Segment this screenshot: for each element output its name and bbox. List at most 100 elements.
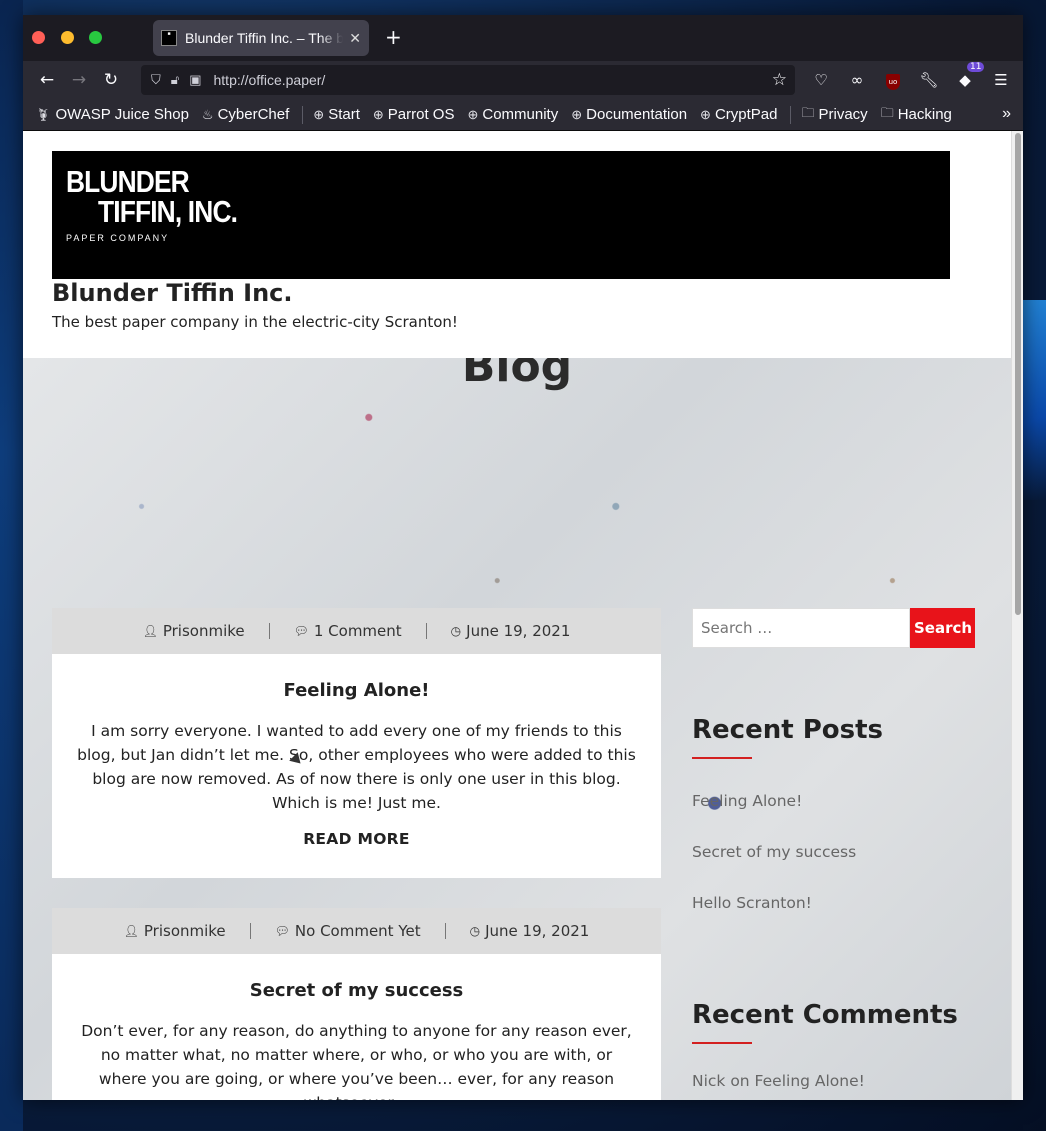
forward-arrow-icon[interactable]: → <box>63 70 95 90</box>
wrench-icon[interactable]: 🔧︎ <box>911 71 947 89</box>
url-bar[interactable]: ⛉ 🔓︎ ▣ http://office.paper/ ☆ <box>141 65 795 95</box>
meta-separator <box>425 623 427 639</box>
bookmark-separator <box>790 105 792 124</box>
page-viewport: Blog BLUNDER TIFFIN, INC. PAPER COMPANY … <box>23 131 1023 1100</box>
tab-title: Blunder Tiffin Inc. – The best paper com… <box>185 30 344 46</box>
globe-icon: ⊕ <box>313 106 325 122</box>
search-input[interactable] <box>692 608 910 648</box>
logo-line-3: PAPER COMPANY <box>66 233 170 243</box>
tab-active[interactable]: ■ Blunder Tiffin Inc. – The best paper c… <box>153 20 369 56</box>
private-mask-icon[interactable]: ∞ <box>839 71 875 89</box>
post-card: 👤︎ Prisonmike 💬︎ 1 Comment ◷ June 19, 2021 … <box>52 608 661 878</box>
clock-icon: ◷ <box>450 624 462 638</box>
maximize-window-button[interactable] <box>89 31 102 44</box>
bookmarks-toolbar: 🍹︎ OWASP Juice Shop ♨ CyberChef ⊕ Start ⊕ Pa… <box>23 99 1023 131</box>
post-date[interactable]: ◷ June 19, 2021 <box>470 922 590 940</box>
recent-posts-title: Recent Posts <box>692 715 883 745</box>
site-title[interactable]: Blunder Tiffin Inc. <box>52 279 293 307</box>
browser-window: ■ Blunder Tiffin Inc. – The best paper c… <box>23 15 1023 1100</box>
site-logo[interactable]: BLUNDER TIFFIN, INC. PAPER COMPANY <box>66 164 262 243</box>
meta-separator <box>249 923 251 939</box>
recent-post-link[interactable]: Secret of my success <box>692 843 982 861</box>
bookmark-start[interactable]: ⊕ Start <box>313 106 360 123</box>
post-author[interactable]: 👤︎ Prisonmike <box>143 622 245 640</box>
page-scrollbar[interactable] <box>1011 131 1023 1100</box>
recent-post-link[interactable]: Feeling Alone! <box>692 792 982 810</box>
widget-underline <box>692 1042 752 1044</box>
extension-icon[interactable]: ◆ 11 <box>947 62 985 89</box>
bookmark-parrot-os[interactable]: ⊕ Parrot OS <box>373 106 455 123</box>
bookmark-owasp-juice-shop[interactable]: 🍹︎ OWASP Juice Shop <box>35 106 189 123</box>
bookmark-cyberchef[interactable]: ♨ CyberChef <box>202 106 289 123</box>
desktop-background <box>0 0 23 1131</box>
post-title[interactable]: Feeling Alone! <box>52 680 661 701</box>
post-excerpt: Don’t ever, for any reason, do anything … <box>81 1022 632 1100</box>
post-comments[interactable]: 💬︎ 1 Comment <box>294 622 402 640</box>
post-date[interactable]: ◷ June 19, 2021 <box>451 622 571 640</box>
post-meta: 👤︎ Prisonmike 💬︎ 1 Comment ◷ June 19, 2021 <box>52 608 661 654</box>
globe-icon: ⊕ <box>467 106 479 122</box>
pocket-icon[interactable]: ♡ <box>803 71 839 89</box>
meta-separator <box>444 923 446 939</box>
user-icon: 👤︎ <box>123 924 139 938</box>
reload-icon[interactable]: ↻ <box>95 70 127 90</box>
logo-line-2: TIFFIN, INC. <box>98 194 238 229</box>
bookmark-folder-hacking[interactable]: 🗀︎ Hacking <box>881 104 952 126</box>
recent-posts-list: Feeling Alone! Secret of my success Hell… <box>692 792 982 912</box>
globe-icon: ⊕ <box>700 106 711 122</box>
ublock-icon[interactable]: uo <box>875 70 911 90</box>
recent-comments-list: Nick on Feeling Alone! <box>692 1072 982 1090</box>
post-comments[interactable]: 💬︎ No Comment Yet <box>275 922 421 940</box>
post-author[interactable]: 👤︎ Prisonmike <box>124 922 226 940</box>
logo-line-1: BLUNDER <box>66 164 190 199</box>
image-permission-icon[interactable]: ▣ <box>189 72 201 88</box>
minimize-window-button[interactable] <box>61 31 74 44</box>
recent-comment-link[interactable]: Nick on Feeling Alone! <box>692 1072 982 1090</box>
close-tab-icon[interactable]: ✕ <box>349 30 361 47</box>
globe-icon: ⊕ <box>372 106 384 122</box>
bookmark-cryptpad[interactable]: ⊕ CryptPad <box>700 106 777 123</box>
globe-icon: ⊕ <box>571 106 583 122</box>
read-more-link[interactable]: READ MORE <box>52 830 661 848</box>
comments-icon: 💬︎ <box>293 624 309 638</box>
shield-icon[interactable]: ⛉ <box>151 72 161 88</box>
extension-badge: 11 <box>967 62 985 72</box>
bookmark-community[interactable]: ⊕ Community <box>467 106 558 123</box>
back-arrow-icon[interactable]: ← <box>31 70 63 90</box>
search-button[interactable]: Search <box>910 608 975 648</box>
sidebar: Search Recent Posts Feeling Alone! Secre… <box>692 608 982 1090</box>
post-title[interactable]: Secret of my success <box>52 980 661 1001</box>
bookmark-folder-privacy[interactable]: 🗀︎ Privacy <box>801 104 867 126</box>
comments-icon: 💬︎ <box>274 924 290 938</box>
recent-comments-title: Recent Comments <box>692 1000 958 1030</box>
post-excerpt: I am sorry everyone. I wanted to add eve… <box>77 722 636 812</box>
scrollbar-thumb[interactable] <box>1015 133 1021 615</box>
chevron-more-icon[interactable]: » <box>1002 105 1011 123</box>
site-tagline: The best paper company in the electric-c… <box>52 313 458 331</box>
bookmark-separator <box>302 105 304 124</box>
post-card: 👤︎ Prisonmike 💬︎ No Comment Yet ◷ June 19, … <box>52 908 661 1100</box>
new-tab-button[interactable]: + <box>385 25 402 49</box>
bookmark-documentation[interactable]: ⊕ Documentation <box>571 106 687 123</box>
site-favicon-icon: ■ <box>161 30 177 46</box>
folder-icon: 🗀︎ <box>880 104 894 120</box>
header-banner[interactable]: BLUNDER TIFFIN, INC. PAPER COMPANY <box>52 151 950 279</box>
url-text[interactable]: http://office.paper/ <box>214 72 326 88</box>
search-form: Search <box>692 608 982 648</box>
widget-underline <box>692 757 752 759</box>
clock-icon: ◷ <box>469 924 481 938</box>
chef-icon: ♨ <box>201 106 214 122</box>
juice-icon: 🍹︎ <box>35 106 52 122</box>
close-window-button[interactable] <box>32 31 45 44</box>
folder-icon: 🗀︎ <box>801 104 815 120</box>
hamburger-menu-icon[interactable]: ☰ <box>983 71 1019 89</box>
meta-separator <box>268 623 270 639</box>
site-header: BLUNDER TIFFIN, INC. PAPER COMPANY Blund… <box>23 131 1011 358</box>
post-meta: 👤︎ Prisonmike 💬︎ No Comment Yet ◷ June 19, … <box>52 908 661 954</box>
toolbar-right: ♡ ∞ uo 🔧︎ ◆ 11 ☰ <box>803 61 1019 99</box>
user-icon: 👤︎ <box>142 624 158 638</box>
insecure-lock-icon[interactable]: 🔓︎ <box>171 72 179 88</box>
tab-bar: ■ Blunder Tiffin Inc. – The best paper c… <box>23 15 1023 61</box>
bookmark-star-icon[interactable]: ☆ <box>772 70 787 90</box>
recent-post-link[interactable]: Hello Scranton! <box>692 894 982 912</box>
